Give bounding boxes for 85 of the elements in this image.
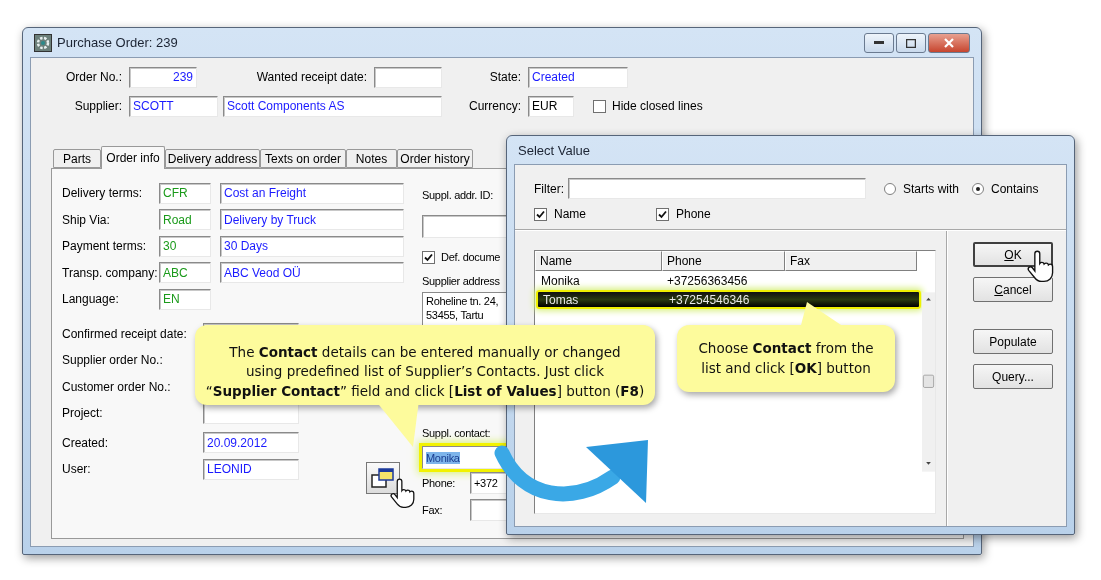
state-field[interactable]: Created [528, 66, 628, 88]
field-label: Supplier address [422, 275, 500, 287]
gear-icon [34, 33, 52, 52]
field-label: Fax: [422, 504, 444, 516]
field-label: Confirmed receipt date: [62, 326, 188, 341]
dialog-button[interactable]: Query... [973, 364, 1053, 389]
windows-icon [371, 467, 395, 489]
description-field[interactable]: ABC Veod OÜ [220, 262, 404, 284]
code-field[interactable]: Road [159, 209, 211, 231]
checkbox[interactable] [656, 207, 669, 221]
checkbox[interactable] [593, 99, 606, 113]
dialog-title: Select Value [518, 142, 591, 158]
close-icon [944, 38, 954, 48]
field-label: Project: [62, 406, 104, 421]
order-number-field[interactable]: 239 [129, 66, 197, 88]
field-label: User: [62, 462, 92, 477]
hand-cursor-icon [389, 478, 417, 511]
checkbox-label: Hide closed lines [612, 99, 703, 113]
checkbox[interactable] [422, 250, 435, 264]
checkbox-label: Phone [675, 207, 712, 221]
field-label: Ship Via: [62, 212, 111, 227]
minimize-button[interactable] [864, 33, 894, 53]
dialog-button[interactable]: Cancel [973, 277, 1053, 302]
checkbox-label: Name [553, 207, 587, 221]
field-label: State: [488, 70, 522, 84]
currency-field[interactable]: EUR [528, 95, 574, 117]
list-of-values-button[interactable] [366, 462, 400, 494]
field-label: Payment terms: [62, 239, 148, 254]
supplier-code-field[interactable]: SCOTT [129, 95, 218, 117]
column-header[interactable]: Name [535, 251, 662, 271]
field-label: Transp. company: [62, 265, 159, 280]
tab[interactable]: Parts [53, 149, 101, 168]
tab[interactable]: Order info [101, 146, 165, 169]
field-label: Phone: [422, 477, 457, 489]
field-label: Filter: [534, 181, 565, 196]
code-field[interactable]: CFR [159, 182, 211, 204]
description-field[interactable]: 30 Days [220, 235, 404, 257]
callout-text: Choose Contact from the list and click [OK] button [698, 339, 874, 378]
description-field[interactable]: Delivery by Truck [220, 209, 404, 231]
field-label: Customer order No.: [62, 379, 172, 394]
code-field[interactable]: EN [159, 288, 211, 310]
table-cell-text: +37256363456 [666, 272, 749, 290]
maximize-icon [906, 38, 916, 48]
tab[interactable]: Texts on order [260, 149, 346, 168]
input-field[interactable]: LEONID [203, 458, 299, 480]
field-label: Order No.: [65, 70, 123, 84]
radio-button[interactable] [972, 182, 984, 195]
code-field[interactable]: ABC [159, 262, 211, 284]
field-label: Supplier: [73, 99, 123, 113]
table-cell-text: Tomas [542, 292, 580, 307]
column-header[interactable]: Fax [785, 251, 917, 271]
supplier-name-field[interactable]: Scott Components AS [223, 95, 442, 117]
dialog-button[interactable]: Populate [973, 329, 1053, 354]
close-button[interactable] [928, 33, 970, 53]
radio-button[interactable] [884, 182, 896, 195]
hand-cursor-icon [1026, 250, 1056, 285]
field-label: Suppl. contact: [422, 427, 491, 439]
filter-field[interactable] [568, 178, 866, 199]
checkbox[interactable] [534, 207, 547, 221]
radio-label: Contains [991, 181, 1039, 196]
date-field[interactable] [374, 66, 442, 88]
checkbox-label: Def. docume [441, 251, 501, 263]
input-field[interactable]: 20.09.2012 [203, 432, 299, 454]
tab[interactable]: Delivery address [165, 149, 260, 168]
description-field[interactable]: Cost an Freight [220, 182, 404, 204]
table-cell-text: +37254546346 [668, 292, 751, 307]
maximize-button[interactable] [896, 33, 926, 53]
column-header[interactable]: Phone [662, 251, 785, 271]
list-row[interactable]: Tomas +37254546346 [536, 290, 921, 309]
field-label: Supplier order No.: [62, 353, 164, 368]
table-cell-text: Monika [540, 272, 581, 290]
field-label: Language: [62, 292, 120, 307]
tab[interactable]: Notes [346, 149, 397, 168]
callout-text: The Contact details can be entered manually or changed using predefined list of Supplier’s Contacts. Just click “Supplier Contact” field and click [List of Values] button (F8) [205, 342, 645, 401]
window-title: Purchase Order: 239 [57, 35, 178, 50]
tab[interactable]: Order history [397, 149, 473, 168]
minimize-icon [874, 41, 884, 45]
field-label: Wanted receipt date: [255, 70, 368, 84]
field-label: Currency: [468, 99, 522, 113]
radio-label: Starts with [903, 181, 959, 196]
field-label: Delivery terms: [62, 186, 143, 201]
field-label: Suppl. addr. ID: [422, 189, 494, 201]
dialog-button[interactable]: OK [973, 242, 1053, 267]
code-field[interactable]: 30 [159, 235, 211, 257]
field-label: Created: [62, 435, 110, 450]
